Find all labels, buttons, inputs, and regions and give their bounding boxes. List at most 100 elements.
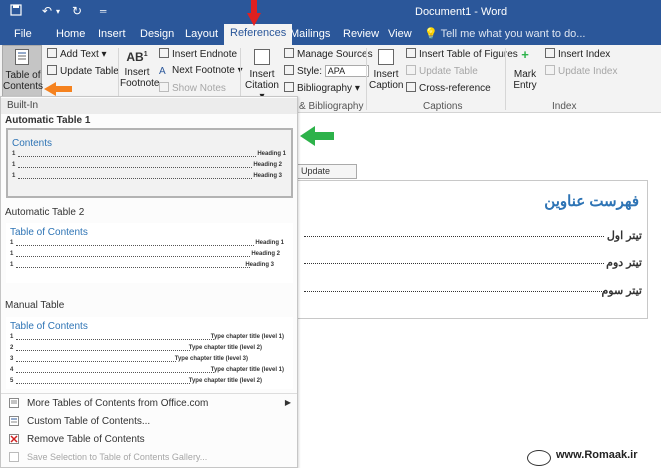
ribbon-tabs: File Home Insert Design Layout Reference… <box>0 24 661 45</box>
bibliography-button[interactable]: Bibliography ▾ <box>284 82 360 94</box>
preview-row: 2 Type chapter title (level 2) <box>10 345 286 354</box>
insert-citation-button[interactable]: Insert Citation ▾ <box>243 49 281 102</box>
preview-row-number: 1 <box>10 240 14 246</box>
next-footnote-button[interactable]: A Next Footnote ▾ <box>159 65 243 77</box>
style-selector[interactable]: Style: APA <box>284 65 369 77</box>
leader-dots <box>16 372 214 373</box>
table-of-contents-button[interactable]: Table of Contents <box>2 45 44 97</box>
update-index-icon <box>545 65 555 75</box>
show-notes-button[interactable]: Show Notes <box>159 82 226 94</box>
persian-toc-entry-text: تیتر سوم <box>601 285 642 297</box>
undo-icon[interactable]: ↶ <box>42 4 52 18</box>
insert-index-label: Insert Index <box>558 49 611 60</box>
automatic-table-2-option[interactable]: Table of Contents 1 Heading 1 1 Heading … <box>6 223 293 283</box>
preview-row-number: 1 <box>10 262 14 268</box>
manage-sources-button[interactable]: Manage Sources <box>284 48 373 60</box>
preview-row-label: Heading 1 <box>257 151 286 157</box>
custom-toc-menu-item[interactable]: Custom Table of Contents... <box>9 416 150 427</box>
tab-view[interactable]: View <box>388 27 412 45</box>
save-icon[interactable] <box>10 4 22 19</box>
automatic-table-1-option[interactable]: Contents 1 Heading 1 1 Heading 2 1 Headi… <box>6 128 293 198</box>
leader-dots <box>16 361 176 362</box>
tab-home[interactable]: Home <box>56 27 85 45</box>
preview-row-label: Heading 3 <box>245 262 274 268</box>
built-in-header: Built-In <box>1 98 297 114</box>
insert-endnote-button[interactable]: Insert Endnote <box>159 48 237 60</box>
show-notes-icon <box>159 82 169 92</box>
preview-row-number: 4 <box>10 367 14 373</box>
persian-toc-frame[interactable]: فهرست عناوین تیتر اول تیتر دوم تیتر سوم <box>297 180 648 319</box>
style-dropdown[interactable]: APA <box>324 65 369 77</box>
orange-arrow-icon <box>44 82 72 96</box>
manual-table-option[interactable]: Table of Contents 1 Type chapter title (… <box>6 317 293 389</box>
preview-row: 3 Type chapter title (level 3) <box>10 356 286 365</box>
save-selection-icon <box>9 452 19 462</box>
tab-insert[interactable]: Insert <box>98 27 126 45</box>
tab-references[interactable]: References <box>224 24 293 45</box>
preview-title: Table of Contents <box>10 321 88 332</box>
show-notes-label: Show Notes <box>172 83 226 94</box>
preview-row-number: 1 <box>12 162 16 168</box>
update-icon <box>47 65 57 75</box>
update-table-button[interactable]: Update Table <box>47 65 119 77</box>
footnote-icon: AB1 <box>126 50 148 64</box>
toc-button-label: Table of Contents <box>3 70 44 92</box>
preview-row: 4 Type chapter title (level 1) <box>10 367 286 376</box>
tab-mailings[interactable]: Mailings <box>290 27 330 45</box>
leader-dots <box>16 267 250 268</box>
preview-row-number: 5 <box>10 378 14 384</box>
persian-toc-entry[interactable]: تیتر دوم <box>304 256 644 270</box>
customize-qat-icon[interactable]: ═ <box>100 6 106 16</box>
leader-dots <box>18 178 252 179</box>
insert-index-button[interactable]: Insert Index <box>545 48 610 60</box>
save-selection-menu-item[interactable]: Save Selection to Table of Contents Gall… <box>9 452 207 463</box>
submenu-arrow-icon: ▶ <box>284 398 291 407</box>
dropdown-arrow-icon[interactable]: ▾ <box>56 7 60 16</box>
add-text-icon <box>47 48 57 58</box>
preview-row: 1 Heading 2 <box>10 251 286 260</box>
update-figures-table-button[interactable]: Update Table <box>406 65 478 77</box>
update-table-tab[interactable]: Update Table... <box>297 164 357 189</box>
tab-file[interactable]: File <box>14 27 32 45</box>
index-group-label: Index <box>552 101 577 112</box>
redo-icon[interactable]: ↻ <box>72 4 82 18</box>
preview-row-label: Type chapter title (level 3) <box>174 356 248 362</box>
persian-toc-entry[interactable]: تیتر اول <box>304 229 644 243</box>
add-text-button[interactable]: Add Text ▾ <box>47 48 107 60</box>
preview-row-label: Heading 2 <box>251 251 280 257</box>
insert-table-of-figures-button[interactable]: Insert Table of Figures <box>406 48 518 60</box>
mark-entry-label: Mark Entry <box>513 69 537 91</box>
preview-row-number: 1 <box>12 151 16 157</box>
caption-icon <box>378 49 394 65</box>
watermark-text: www.Romaak.ir <box>556 449 638 461</box>
tell-me-box[interactable]: 💡 Tell me what you want to do... <box>424 27 585 40</box>
document-title: Document1 - Word <box>415 6 508 18</box>
tab-review[interactable]: Review <box>343 27 379 45</box>
preview-row-number: 3 <box>10 356 14 362</box>
mark-entry-button[interactable]: + Mark Entry <box>509 48 541 91</box>
insert-caption-button[interactable]: Insert Caption <box>369 49 403 91</box>
preview-row-label: Type chapter title (level 1) <box>210 367 284 373</box>
cross-reference-button[interactable]: Cross-reference <box>406 82 491 94</box>
more-tables-label: More Tables of Contents from Office.com <box>27 398 209 409</box>
update-index-button[interactable]: Update Index <box>545 65 618 77</box>
tab-design[interactable]: Design <box>140 27 174 45</box>
persian-toc-entry[interactable]: تیتر سوم <box>304 284 644 298</box>
leader-dots <box>304 236 604 237</box>
preview-row: 1 Type chapter title (level 1) <box>10 334 286 343</box>
preview-row-number: 1 <box>10 334 14 340</box>
preview-title: Table of Contents <box>10 227 88 238</box>
bibliography-label: Bibliography <box>297 83 353 94</box>
next-footnote-icon: A <box>159 66 166 77</box>
preview-row: 1 Heading 3 <box>10 262 286 271</box>
remove-toc-menu-item[interactable]: Remove Table of Contents <box>9 434 145 445</box>
more-tables-menu-item[interactable]: More Tables of Contents from Office.com … <box>9 398 291 409</box>
insert-footnote-button[interactable]: AB1 Insert Footnote <box>120 49 159 89</box>
bibliography-icon <box>284 82 294 92</box>
preview-row-label: Heading 2 <box>253 162 282 168</box>
tab-layout[interactable]: Layout <box>185 27 218 45</box>
office-com-icon <box>9 398 19 408</box>
romaak-logo <box>527 450 551 466</box>
leader-dots <box>18 167 252 168</box>
citation-icon <box>254 49 270 65</box>
